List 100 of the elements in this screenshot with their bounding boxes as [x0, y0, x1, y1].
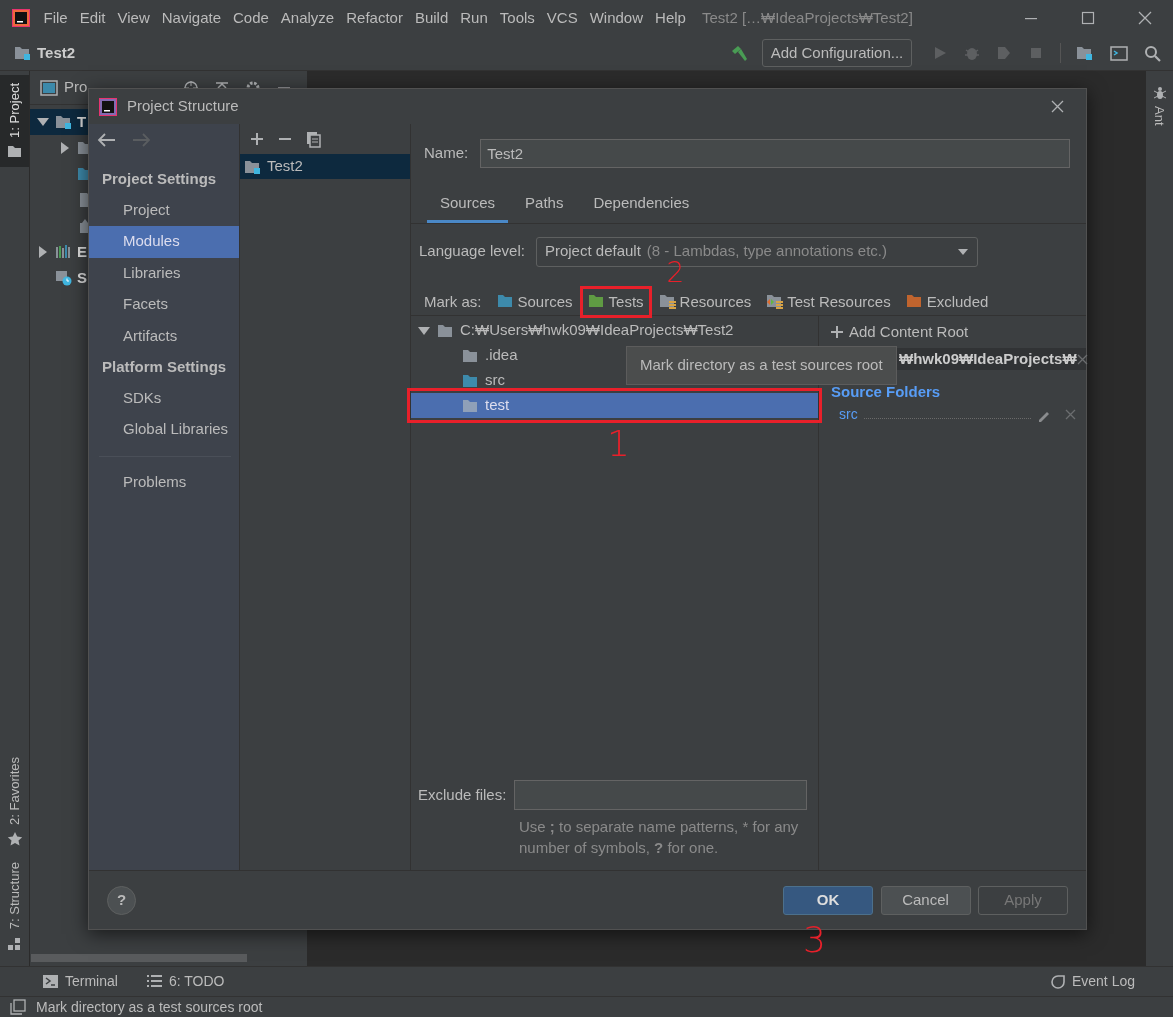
section-heading: Source Folders: [830, 382, 942, 402]
folder-icon: [462, 347, 479, 364]
balloon-icon: [1049, 973, 1066, 990]
copy-icon[interactable]: [306, 130, 321, 148]
folder-icon: [437, 322, 454, 339]
add-icon[interactable]: [250, 132, 264, 146]
terminal-icon[interactable]: [1110, 44, 1129, 62]
caret-icon: [956, 247, 969, 256]
content-root-path: ₩hwk09₩IdeaProjects₩: [899, 348, 1077, 369]
menu-item[interactable]: Analyze: [274, 6, 341, 30]
tool-window-button[interactable]: Ant: [1145, 77, 1173, 134]
add-content-root-button[interactable]: Add Content Root: [819, 316, 1086, 348]
close-icon[interactable]: [1076, 353, 1088, 365]
tool-window-button[interactable]: Terminal: [42, 971, 118, 992]
nav-item[interactable]: Libraries: [89, 257, 239, 289]
status-message: Mark directory as a test sources root: [36, 997, 263, 1017]
project-name[interactable]: Test2: [37, 41, 76, 65]
tree-label: E: [77, 241, 87, 262]
dropdown-value: Project default: [544, 241, 641, 262]
maximize-icon[interactable]: [1080, 11, 1095, 25]
nav-item[interactable]: Global Libraries: [89, 414, 239, 446]
nav-item[interactable]: SDKs: [89, 382, 239, 414]
event-log-button[interactable]: Event Log: [1049, 971, 1135, 992]
back-arrow-icon[interactable]: [97, 132, 117, 148]
tab[interactable]: Paths: [512, 190, 577, 223]
field-label: Mark as:: [424, 291, 482, 312]
tree-row[interactable]: test: [411, 393, 818, 418]
menu-item[interactable]: Build: [408, 6, 455, 30]
tab[interactable]: Dependencies: [580, 190, 703, 223]
windows-icon[interactable]: [10, 999, 26, 1015]
nav-item[interactable]: Problems: [89, 466, 239, 498]
tree-label: T: [77, 111, 87, 132]
tooltip: Mark directory as a test sources root: [626, 346, 897, 385]
annotation-number: 3: [803, 921, 826, 958]
tool-window-button[interactable]: 2: Favorites: [0, 749, 29, 855]
search-icon[interactable]: [1144, 44, 1162, 62]
annotation-number: 1: [607, 426, 630, 462]
app-logo-icon: [99, 97, 117, 116]
mark-as-button[interactable]: Tests: [584, 290, 647, 313]
nav-heading: Platform Settings: [101, 357, 228, 377]
dropdown-hint: (8 - Lambdas, type annotations etc.): [646, 241, 887, 261]
scratch-icon: [55, 269, 72, 286]
field-label: Language level:: [419, 241, 525, 262]
dialog-button[interactable]: Cancel: [880, 885, 971, 915]
nav-item[interactable]: Facets: [89, 289, 239, 321]
name-field[interactable]: Test2: [480, 139, 1071, 168]
structure-icon: [7, 935, 22, 951]
field-label: Name:: [424, 143, 469, 164]
menu-item[interactable]: Code: [227, 6, 275, 30]
panel-title: Pro: [64, 77, 88, 98]
terminal-icon: [42, 973, 59, 990]
menu-item[interactable]: Help: [649, 6, 692, 30]
tree-label: S: [77, 267, 87, 288]
hint-text: Use ; to separate name patterns, * for any number of symbols, ? for one.: [519, 817, 800, 858]
library-icon: [55, 243, 72, 260]
menu-item[interactable]: Tools: [493, 6, 541, 30]
mark-as-button[interactable]: Sources: [493, 290, 576, 313]
app-logo-icon: [12, 9, 30, 27]
dialog-title: Project Structure: [127, 96, 239, 117]
menu-item[interactable]: Refactor: [340, 6, 409, 30]
mark-as-button[interactable]: Excluded: [902, 290, 992, 313]
module-item[interactable]: Test2: [240, 154, 410, 179]
exclude-files-field[interactable]: [513, 780, 807, 810]
module-icon: [244, 158, 261, 175]
menu-item[interactable]: Run: [454, 6, 494, 30]
tool-window-button[interactable]: 1: Project: [0, 74, 29, 167]
folder-icon: [462, 372, 479, 389]
menu-item[interactable]: VCS: [540, 6, 584, 30]
menu-item[interactable]: Edit: [73, 6, 112, 30]
menu-item[interactable]: Window: [583, 6, 650, 30]
field-label: Exclude files:: [418, 784, 507, 805]
tab[interactable]: Sources: [427, 190, 509, 223]
close-icon[interactable]: [1051, 100, 1064, 113]
folder-icon: [658, 293, 677, 311]
project-structure-icon[interactable]: [1076, 45, 1095, 61]
tool-window-button[interactable]: 7: Structure: [0, 854, 29, 959]
scrollbar[interactable]: [31, 954, 247, 962]
ant-icon: [1152, 85, 1167, 100]
menu-item[interactable]: View: [111, 6, 156, 30]
mark-as-button[interactable]: Resources: [655, 290, 755, 313]
favorites-icon: [7, 831, 22, 847]
nav-item[interactable]: Artifacts: [89, 320, 239, 352]
nav-heading: Project Settings: [101, 169, 218, 189]
run-configuration-button[interactable]: Add Configuration...: [761, 38, 913, 68]
source-folder-name[interactable]: src: [839, 404, 858, 425]
add-icon: [831, 326, 843, 338]
dialog-button[interactable]: OK: [783, 885, 873, 915]
nav-item[interactable]: Project: [89, 194, 239, 226]
close-icon[interactable]: [1137, 11, 1152, 25]
tool-window-button[interactable]: 6: TODO: [145, 971, 225, 992]
menu-item[interactable]: Navigate: [155, 6, 227, 30]
window-title: Test2 […₩IdeaProjects₩Test2]: [701, 7, 913, 28]
menu-item[interactable]: File: [37, 6, 74, 30]
nav-item[interactable]: Modules: [89, 226, 239, 258]
folder-icon: [766, 293, 785, 311]
tree-row[interactable]: C:₩Users₩hwk09₩IdeaProjects₩Test2: [411, 318, 818, 343]
mark-as-button[interactable]: Test Resources: [763, 290, 894, 313]
panel-icon: [40, 79, 58, 96]
module-icon: [55, 113, 72, 130]
help-button[interactable]: ?: [107, 885, 136, 915]
